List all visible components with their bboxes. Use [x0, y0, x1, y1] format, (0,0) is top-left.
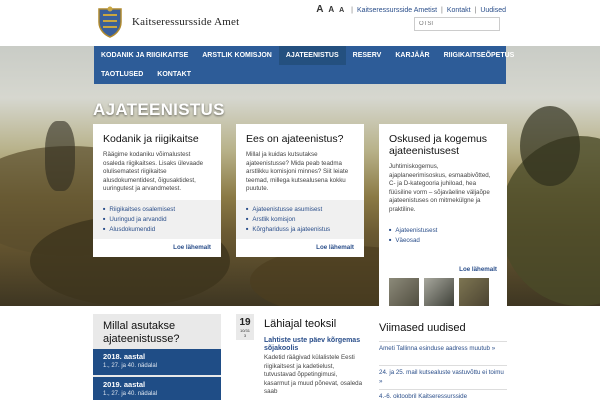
event-day: 19 [239, 317, 251, 328]
nav-item-ajateenistus[interactable]: Ajateenistus [278, 46, 346, 65]
search-input[interactable] [414, 17, 500, 31]
card-link-list: Ajateenistusse asumisest Arstlik komisjo… [236, 199, 364, 239]
news-item[interactable]: 24. ja 25. mail kutsealuste vastuvõttu e… [379, 365, 507, 386]
card-link[interactable]: Väeosad [389, 235, 497, 245]
card-link[interactable]: Arstlik komisjon [246, 214, 354, 224]
read-more-link[interactable]: Loe lähemalt [316, 244, 354, 251]
card-link[interactable]: Alusdokumendid [103, 224, 211, 234]
nav-item-arstlik-komisjon[interactable]: Arstlik komisjon [195, 46, 279, 65]
font-size-small[interactable]: A [339, 7, 344, 14]
divider: | [351, 7, 353, 14]
thumbnail-gallery [389, 278, 489, 308]
latest-news-box: Viimased uudised Ameti Tallinna esinduse… [379, 314, 507, 400]
event-extra: 3 [243, 333, 247, 338]
card-title: Ees on ajateenistus? [246, 133, 344, 145]
thumbnail-image[interactable] [459, 278, 489, 308]
nav-item-taotlused[interactable]: Taotlused [94, 65, 150, 84]
nav-row-2: Taotlused Kontakt [94, 65, 198, 84]
card-link-list: Ajateenistusest Väeosad [379, 220, 507, 249]
link-news[interactable]: Uudised [480, 7, 506, 14]
box-title: Millal asutakse ajateenistusse? [103, 320, 180, 345]
nav-row-1: Kodanik ja riigikaitse Arstlik komisjon … [94, 46, 521, 65]
font-size-medium[interactable]: A [328, 5, 334, 14]
card-link[interactable]: Ajateenistusse asumisest [246, 204, 354, 214]
nav-item-kodanik[interactable]: Kodanik ja riigikaitse [94, 46, 195, 65]
main-navigation: Kodanik ja riigikaitse Arstlik komisjon … [94, 46, 514, 84]
card-upcoming-service: Ees on ajateenistus? Millal ja kuidas ku… [236, 124, 364, 257]
event-date-badge: 19 10/31 3 [236, 314, 254, 340]
card-citizen-defence: Kodanik ja riigikaitse Räägime kodaniku … [93, 124, 221, 257]
link-about[interactable]: Kaitseressursside Ametist [357, 7, 437, 14]
read-more-link[interactable]: Loe lähemalt [459, 266, 497, 273]
year-block-2019[interactable]: 2019. aastal 1., 27. ja 40. nädalal [93, 377, 221, 400]
year-label: 2018. aastal [103, 352, 146, 361]
card-text: Räägime kodaniku võimalustest osaleda ri… [103, 151, 204, 193]
card-text: Juhtimiskogemus, ajaplaneerimisoskus, es… [389, 163, 491, 213]
card-link[interactable]: Ajateenistusest [389, 225, 497, 235]
service-start-box: Millal asutakse ajateenistusse? 2018. aa… [93, 314, 221, 400]
coat-of-arms-logo[interactable] [94, 6, 126, 38]
card-link-list: Riigikaitses osalemisest Uuringud ja arv… [93, 199, 221, 239]
event-description: Kadetid räägivad külalistele Eesti riigi… [264, 354, 363, 396]
font-size-large[interactable]: A [316, 4, 323, 15]
nav-item-karjaar[interactable]: Karjäär [388, 46, 436, 65]
card-title: Kodanik ja riigikaitse [103, 133, 199, 145]
news-item[interactable]: 4.-6. oktoobril Kaitseressursside [379, 389, 507, 400]
event-link[interactable]: Lahtiste uste päev kõrgemas sõjakoolis [264, 337, 364, 353]
card-title: Oskused ja kogemus ajateenistusest [389, 133, 488, 157]
site-name[interactable]: Kaitseressursside Amet [132, 16, 239, 28]
nav-item-kontakt[interactable]: Kontakt [150, 65, 198, 84]
read-more-link[interactable]: Loe lähemalt [173, 244, 211, 251]
events-title: Lähiajal teoksil [264, 318, 337, 330]
year-label: 2019. aastal [103, 380, 146, 389]
year-weeks: 1., 27. ja 40. nädalal [103, 363, 158, 369]
year-weeks: 1., 27. ja 40. nädalal [103, 391, 158, 397]
card-skills-experience: Oskused ja kogemus ajateenistusest Juhti… [379, 124, 507, 308]
page-title: Ajateenistus [93, 100, 225, 119]
card-link[interactable]: Riigikaitses osalemisest [103, 204, 211, 214]
thumbnail-image[interactable] [389, 278, 419, 308]
card-link[interactable]: Uuringud ja arvandid [103, 214, 211, 224]
card-link[interactable]: Kõrghariduss ja ajateenistus [246, 224, 354, 234]
site-header: Kaitseressursside Amet A A A | Kaitseres… [0, 0, 600, 46]
thumbnail-image[interactable] [424, 278, 454, 308]
news-item[interactable]: Ameti Tallinna esinduse aadress muutub » [379, 341, 507, 354]
nav-item-riigikaitseopetus[interactable]: Riigikaitseõpetus [437, 46, 522, 65]
nav-item-reserv[interactable]: Reserv [346, 46, 389, 65]
news-title: Viimased uudised [379, 322, 466, 334]
link-contact[interactable]: Kontakt [447, 7, 471, 14]
card-text: Millal ja kuidas kutsutakse ajateenistus… [246, 151, 349, 193]
divider: | [474, 7, 477, 14]
year-block-2018[interactable]: 2018. aastal 1., 27. ja 40. nädalal [93, 349, 221, 375]
top-links: A A A | Kaitseressursside Ametist | Kont… [316, 4, 506, 15]
divider: | [441, 7, 443, 14]
